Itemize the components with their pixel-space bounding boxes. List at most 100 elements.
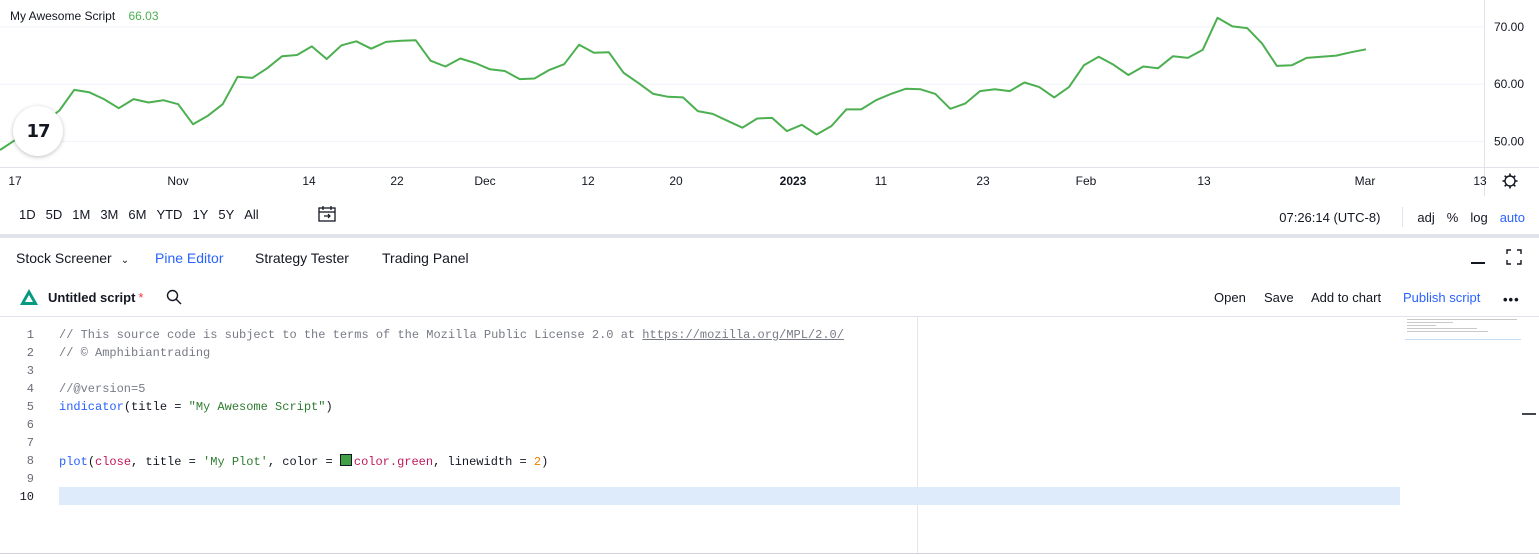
x-tick-label: 13: [1197, 174, 1211, 188]
string-literal: 'My Plot': [203, 455, 268, 469]
code-text: , color =: [267, 455, 340, 469]
percent-toggle[interactable]: %: [1447, 210, 1459, 225]
line-number: 3: [26, 364, 34, 378]
string-literal: "My Awesome Script": [188, 400, 326, 414]
settings-gear-tooth: [1512, 183, 1516, 187]
chart-pane[interactable]: 70.00 60.00 50.00 17 Nov 14 22 Dec 12 20 2023 11 23 F…: [0, 0, 1539, 196]
tab-strategy-tester[interactable]: Strategy Tester: [255, 250, 349, 266]
code-line[interactable]: 1 // This source code is subject to the …: [0, 325, 1400, 343]
function-name: plot: [59, 455, 88, 469]
chevron-down-icon[interactable]: ⌄: [121, 255, 129, 266]
code-minimap[interactable]: [1405, 317, 1521, 340]
tradingview-logo[interactable]: 17: [13, 106, 63, 156]
comment: // © Amphibiantrading: [59, 346, 211, 360]
line-number: 8: [26, 454, 34, 468]
period-all[interactable]: All: [239, 207, 263, 222]
indicator-legend[interactable]: My Awesome Script 66.03: [10, 9, 159, 23]
script-name: Untitled script: [48, 290, 136, 305]
line-number: 10: [19, 490, 34, 504]
period-ytd[interactable]: YTD: [151, 207, 187, 222]
period-buttons: 1D 5D 1M 3M 6M YTD 1Y 5Y All: [14, 207, 264, 222]
code-line[interactable]: 4 //@version=5: [0, 379, 1400, 397]
editor-toolbar: Untitled script * Open Save Add to chart …: [0, 278, 1539, 317]
x-tick-label: 14: [302, 174, 316, 188]
settings-gear-tooth: [1504, 183, 1508, 187]
period-1m[interactable]: 1M: [67, 207, 95, 222]
period-1d[interactable]: 1D: [14, 207, 41, 222]
adj-toggle[interactable]: adj: [1417, 210, 1434, 225]
bottom-panel-tabs: Stock Screener ⌄ Pine Editor Strategy Tes…: [0, 238, 1539, 278]
settings-gear-tooth: [1512, 175, 1516, 179]
tab-pine-editor[interactable]: Pine Editor: [155, 250, 223, 266]
divider: [1402, 207, 1404, 227]
indicator-value: 66.03: [128, 9, 159, 23]
period-1y[interactable]: 1Y: [187, 207, 213, 222]
unsaved-marker: *: [138, 290, 144, 305]
code-text: ): [541, 455, 549, 469]
period-5d[interactable]: 5D: [41, 207, 68, 222]
indicator-name: My Awesome Script: [10, 9, 116, 23]
settings-gear-icon[interactable]: [1504, 175, 1516, 187]
log-toggle[interactable]: log: [1470, 210, 1487, 225]
code-line[interactable]: 8 plot(close, title = 'My Plot', color =…: [0, 451, 1400, 469]
line-number: 4: [26, 382, 34, 396]
license-link[interactable]: https://mozilla.org/MPL/2.0/: [642, 328, 844, 342]
color-swatch-icon[interactable]: [339, 454, 352, 466]
y-tick-label: 50.00: [1494, 134, 1524, 148]
x-tick-label: 12: [581, 174, 595, 188]
add-to-chart-button[interactable]: Add to chart: [1311, 290, 1381, 305]
code-line[interactable]: 3: [0, 361, 1400, 379]
x-tick-label: Nov: [167, 174, 188, 188]
clock[interactable]: 07:26:14 (UTC-8): [1279, 210, 1380, 225]
line-number: 9: [26, 472, 34, 486]
x-tick-label: Feb: [1076, 174, 1097, 188]
code-editor[interactable]: 1 // This source code is subject to the …: [0, 317, 1539, 553]
more-icon[interactable]: •••: [1503, 292, 1520, 307]
go-to-date-icon[interactable]: [318, 206, 336, 222]
code-line[interactable]: 6: [0, 415, 1400, 433]
pine-icon: [20, 289, 38, 305]
period-5y[interactable]: 5Y: [213, 207, 239, 222]
code-line[interactable]: 10: [0, 487, 1400, 505]
minimize-icon[interactable]: [1471, 262, 1485, 264]
publish-script-button[interactable]: Publish script: [1403, 290, 1480, 305]
line-number: 5: [26, 400, 34, 414]
x-tick-label: 2023: [780, 174, 807, 188]
code-line[interactable]: 2 // © Amphibiantrading: [0, 343, 1400, 361]
open-button[interactable]: Open: [1214, 290, 1246, 305]
save-button[interactable]: Save: [1264, 290, 1294, 305]
scrollbar-marker[interactable]: [1522, 413, 1536, 415]
code-line[interactable]: 5 indicator(title = "My Awesome Script"): [0, 397, 1400, 415]
auto-toggle[interactable]: auto: [1500, 210, 1525, 225]
version-directive: //@version=5: [59, 382, 146, 396]
price-chart[interactable]: 70.00 60.00 50.00 17 Nov 14 22 Dec 12 20 2023 11 23 F…: [0, 0, 1539, 196]
line-number: 1: [26, 328, 34, 342]
comment: // This source code is subject to the te…: [59, 328, 643, 342]
status-bar: [0, 553, 1539, 559]
code-line[interactable]: 9: [0, 469, 1400, 487]
period-6m[interactable]: 6M: [123, 207, 151, 222]
x-tick-label: 22: [390, 174, 404, 188]
search-icon[interactable]: [166, 289, 182, 305]
line-number: 2: [26, 346, 34, 360]
x-tick-label: 13: [1473, 174, 1487, 188]
code-text: (: [87, 455, 96, 469]
maximize-icon[interactable]: [1506, 249, 1522, 265]
x-tick-label: Dec: [474, 174, 495, 188]
tab-stock-screener[interactable]: Stock Screener ⌄: [16, 250, 129, 266]
tab-trading-panel[interactable]: Trading Panel: [382, 250, 469, 266]
code-text: , linewidth =: [433, 455, 534, 469]
line-number: 7: [26, 436, 34, 450]
builtin-variable: close: [95, 455, 132, 469]
x-tick-label: Mar: [1355, 174, 1376, 188]
settings-gear-tooth: [1504, 175, 1508, 179]
script-title[interactable]: Untitled script *: [48, 290, 143, 305]
color-constant: color.green: [353, 455, 434, 469]
x-tick-label: 17: [8, 174, 22, 188]
function-name: indicator: [59, 400, 124, 414]
x-tick-label: 11: [875, 174, 888, 188]
code-text: , title =: [131, 455, 204, 469]
code-line[interactable]: 7: [0, 433, 1400, 451]
period-3m[interactable]: 3M: [95, 207, 123, 222]
y-tick-label: 70.00: [1494, 20, 1524, 34]
